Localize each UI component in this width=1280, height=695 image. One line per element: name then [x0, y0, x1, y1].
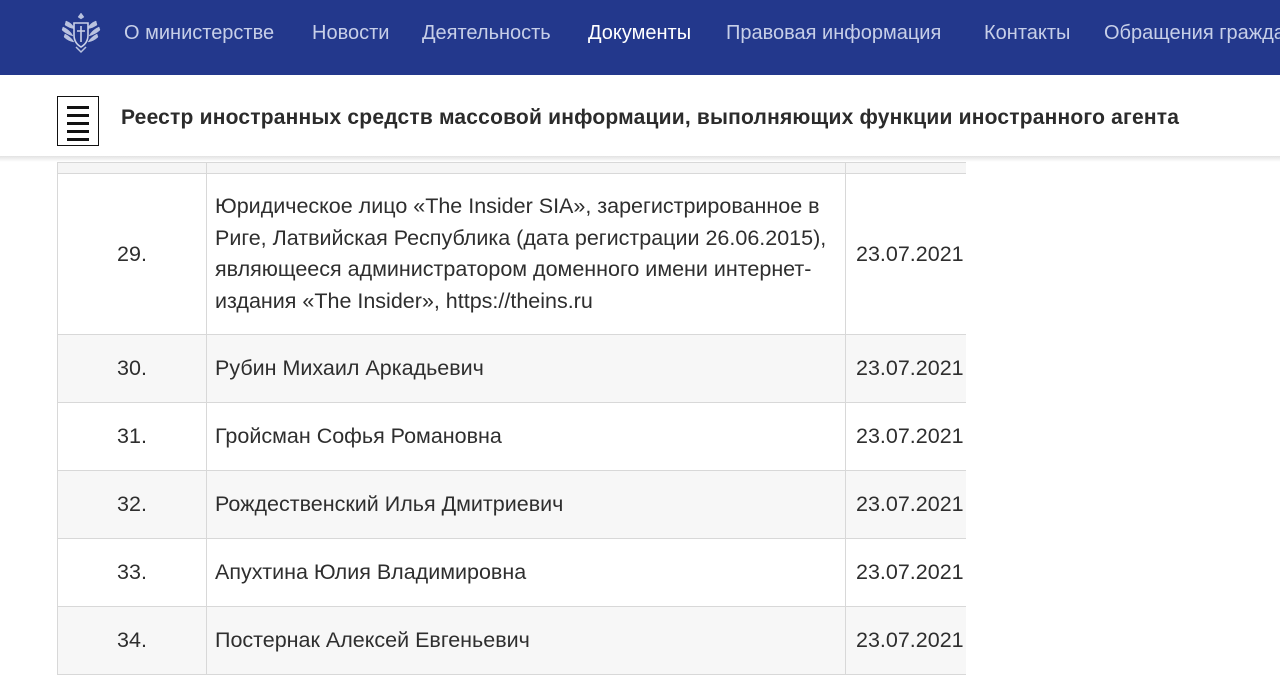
registry-table-container[interactable]: 29. Юридическое лицо «The Insider SIA», … [57, 162, 966, 675]
row-number: 34. [57, 606, 207, 675]
nav-item-about-ministry[interactable]: О министерстве [124, 20, 274, 46]
row-date: 23.07.2021 [845, 173, 966, 335]
table-row: 32. Рождественский Илья Дмитриевич 23.07… [57, 470, 966, 539]
table-row: 33. Апухтина Юлия Владимировна 23.07.202… [57, 538, 966, 607]
nav-item-activity[interactable]: Деятельность [422, 20, 551, 46]
top-navigation-bar: О министерстве Новости Деятельность Доку… [0, 0, 1280, 75]
nav-item-legal-information[interactable]: Правовая информация [726, 20, 941, 46]
row-date: 23.07.2021 [845, 470, 966, 539]
row-date: 23.07.2021 [845, 334, 966, 403]
nav-item-contacts[interactable]: Контакты [984, 20, 1070, 46]
nav-item-citizen-appeals[interactable]: Обращения граждан [1104, 20, 1280, 46]
ministry-emblem-icon[interactable] [56, 7, 106, 57]
row-number: 33. [57, 538, 207, 607]
row-name: Рождественский Илья Дмитриевич [206, 470, 846, 539]
page-title: Реестр иностранных средств массовой инфо… [121, 106, 1180, 129]
row-number: 32. [57, 470, 207, 539]
row-date: 23.07.2021 [845, 538, 966, 607]
table-row: 34. Постернак Алексей Евгеньевич 23.07.2… [57, 606, 966, 675]
table-cell [57, 162, 207, 174]
row-date: 23.07.2021 [845, 402, 966, 471]
table-cell [206, 162, 846, 174]
row-name: Рубин Михаил Аркадьевич [206, 334, 846, 403]
row-name: Гройсман Софья Романовна [206, 402, 846, 471]
table-row: 29. Юридическое лицо «The Insider SIA», … [57, 173, 966, 335]
registry-table: 29. Юридическое лицо «The Insider SIA», … [57, 162, 966, 675]
row-number: 30. [57, 334, 207, 403]
nav-item-news[interactable]: Новости [312, 20, 389, 46]
table-cell [845, 162, 966, 174]
document-icon [57, 96, 99, 146]
table-row: 30. Рубин Михаил Аркадьевич 23.07.2021 [57, 334, 966, 403]
row-number: 31. [57, 402, 207, 471]
row-number: 29. [57, 173, 207, 335]
nav-item-documents[interactable]: Документы [588, 20, 691, 46]
row-name: Апухтина Юлия Владимировна [206, 538, 846, 607]
row-date: 23.07.2021 [845, 606, 966, 675]
row-name: Юридическое лицо «The Insider SIA», заре… [206, 173, 846, 335]
table-row-partial [57, 162, 966, 174]
row-name: Постернак Алексей Евгеньевич [206, 606, 846, 675]
table-row: 31. Гройсман Софья Романовна 23.07.2021 [57, 402, 966, 471]
